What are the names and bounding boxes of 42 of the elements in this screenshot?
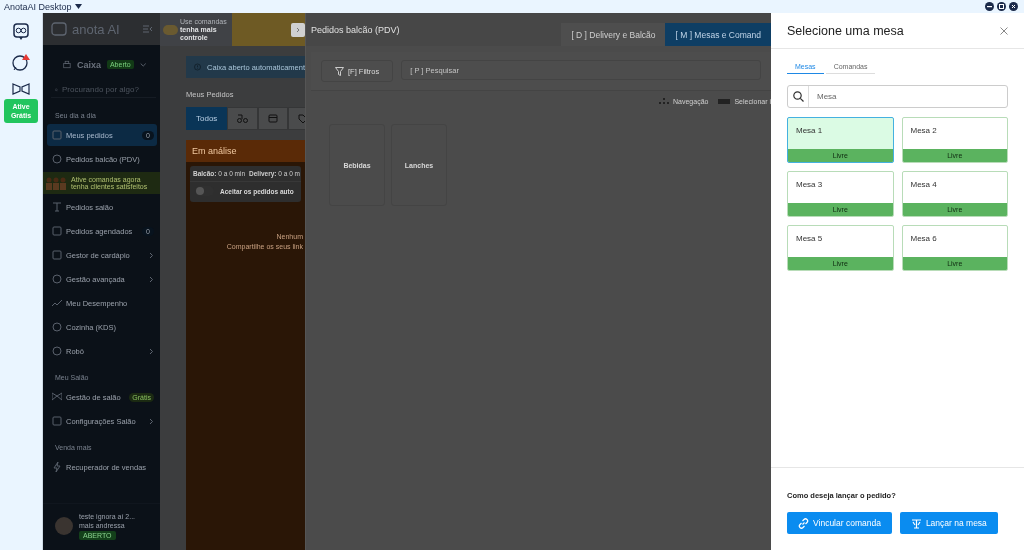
chat-alert-icon[interactable] [11,53,31,71]
mode-tab[interactable]: [ M ] Mesas e Comand [665,23,771,46]
app-title: AnotaAI Desktop [4,0,72,13]
column-title: Em análise [186,140,305,162]
bolt-icon [52,462,62,472]
filter-tab[interactable]: Todos [186,107,228,130]
table-name: Mesa 5 [795,233,824,243]
caret-icon[interactable] [74,4,82,9]
table-name: Mesa 6 [909,233,938,243]
table-name: Mesa 2 [909,125,938,135]
register-icon [63,59,71,70]
avatar [55,517,73,535]
info-icon [194,62,202,72]
logo-icon [51,21,67,37]
arrow-keys-icon [659,98,669,105]
table-name: Mesa 4 [909,179,938,189]
store-icon [268,114,279,123]
cashier-label: Caixa [76,59,101,70]
tag-icon [298,113,305,124]
mode-tab[interactable]: [ D ] Delivery e Balcão [561,23,666,46]
trend-icon [52,298,62,308]
table-name: Mesa 1 [795,125,824,135]
link-icon [798,517,809,529]
maximize-icon[interactable] [997,2,1006,11]
scooter-icon [237,114,249,123]
panel-title: Selecione uma mesa [787,23,904,38]
minimize-icon[interactable] [985,2,994,11]
close-icon[interactable] [1009,2,1018,11]
photo-placeholder [163,24,178,35]
collapse-icon[interactable] [143,25,152,33]
owl-icon[interactable] [12,21,30,41]
people-icon [45,176,67,190]
enter-key-icon [718,99,731,104]
bowtie-icon [52,392,62,402]
drawer-title: Pedidos balcão (PDV) [311,24,400,35]
bowtie-icon[interactable] [12,83,30,95]
table-name: Mesa 3 [795,179,824,189]
funnel-icon [335,66,344,76]
chevron-down-icon[interactable] [139,61,146,68]
logo: anota AI [72,21,120,37]
table-icon [910,517,922,529]
chevron-right-icon [296,26,300,33]
